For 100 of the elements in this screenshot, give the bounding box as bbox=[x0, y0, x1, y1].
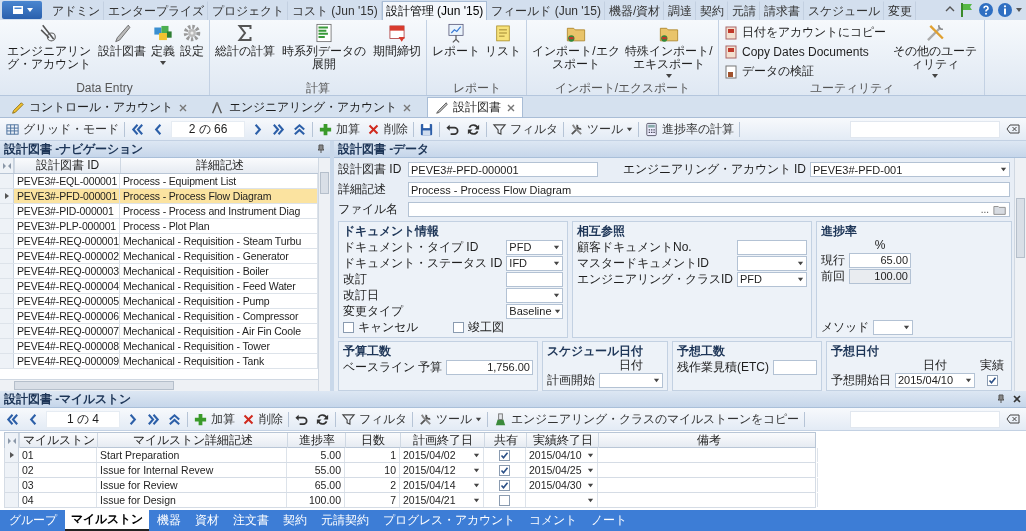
search-field[interactable] bbox=[850, 120, 1000, 138]
date-field[interactable]: 2015/04/02 bbox=[400, 448, 484, 462]
ribbon-button[interactable]: 時系列データの展開 bbox=[280, 22, 368, 71]
ribbon-button[interactable]: 期間締切 bbox=[373, 22, 421, 58]
bottom-tab[interactable]: マイルストン bbox=[65, 510, 149, 531]
date-field[interactable]: 2015/04/10 bbox=[895, 372, 975, 388]
grid-mode-button[interactable]: グリッド・モード bbox=[4, 119, 120, 139]
checkbox[interactable] bbox=[499, 479, 510, 491]
date-field[interactable]: 2015/04/14 bbox=[400, 478, 484, 492]
table-row[interactable]: 04 Issue for Design 100.00 7 2015/04/21 bbox=[4, 493, 816, 508]
ribbon-button[interactable]: 定義 bbox=[151, 22, 175, 67]
text-field[interactable] bbox=[506, 271, 563, 287]
table-row[interactable]: PEVE4#-REQ-000008 Mechanical - Requisition - Tower bbox=[0, 339, 318, 354]
table-row[interactable]: 01 Start Preparation 5.00 1 2015/04/02 2015/04/10 bbox=[4, 448, 816, 463]
bottom-tab[interactable]: グループ bbox=[3, 511, 63, 530]
number-field[interactable]: 100.00 bbox=[849, 268, 911, 284]
table-row[interactable]: PEVE4#-REQ-000001 Mechanical - Requisition - Steam Turbu bbox=[0, 234, 318, 249]
number-field[interactable]: 1,756.00 bbox=[446, 359, 533, 375]
copy-milestones-button[interactable]: エンジニアリング・クラスのマイルストーンをコピー bbox=[492, 409, 800, 429]
table-row[interactable]: PEVE3#-PFD-000001 Process - Process Flow Diagram bbox=[0, 189, 318, 204]
ribbon-tab[interactable]: 設計管理 (Jun '15) bbox=[381, 1, 488, 20]
table-row[interactable]: PEVE3#-EQL-000001 Process - Equipment List bbox=[0, 174, 318, 189]
text-field[interactable]: PEVE3#-PFD-000001 bbox=[408, 162, 598, 177]
table-row[interactable]: 02 Issue for Internal Revew 55.00 10 2015/04/12 2015/04/25 bbox=[4, 463, 816, 478]
table-row[interactable]: 03 Issue for Review 65.00 2 2015/04/14 2015/04/30 bbox=[4, 478, 816, 493]
app-menu-button[interactable] bbox=[2, 1, 42, 19]
dropdown-field[interactable]: PEVE3#-PFD-001 bbox=[810, 162, 1010, 177]
ribbon-button[interactable]: データの検証 bbox=[724, 63, 886, 80]
bottom-tab[interactable]: コメント bbox=[523, 511, 583, 530]
bottom-tab[interactable]: 機器 bbox=[151, 511, 187, 530]
search-field[interactable] bbox=[850, 410, 1000, 428]
tools-button[interactable]: ツール bbox=[417, 409, 483, 429]
horizontal-scrollbar[interactable] bbox=[0, 379, 318, 391]
row-selector[interactable] bbox=[5, 448, 19, 462]
table-row[interactable]: PEVE4#-REQ-000005 Mechanical - Requisition - Pump bbox=[0, 294, 318, 309]
ribbon-button[interactable]: 設定 bbox=[180, 22, 204, 58]
ribbon-button[interactable]: 設計図書 bbox=[98, 22, 146, 58]
bottom-tab[interactable]: 注文書 bbox=[227, 511, 275, 530]
dropdown-field[interactable]: Baseline bbox=[506, 303, 563, 319]
table-row[interactable]: PEVE4#-REQ-000003 Mechanical - Requisition - Boiler bbox=[0, 264, 318, 279]
table-row[interactable]: PEVE4#-REQ-000006 Mechanical - Requisition - Compressor bbox=[0, 309, 318, 324]
ribbon-button[interactable]: レポート bbox=[432, 22, 480, 58]
browse-button[interactable]: ... bbox=[978, 204, 991, 215]
file-field[interactable]: ... bbox=[408, 202, 1010, 217]
ribbon-button[interactable]: その他のユーティリティ bbox=[891, 22, 979, 80]
delete-button[interactable]: 削除 bbox=[365, 119, 409, 139]
date-field[interactable] bbox=[599, 372, 663, 388]
bottom-tab[interactable]: 資材 bbox=[189, 511, 225, 530]
ribbon-button[interactable]: 特殊インポート/エキスポート bbox=[625, 22, 713, 80]
add-button[interactable]: 加算 bbox=[317, 119, 361, 139]
document-tab[interactable]: 設計図書 bbox=[427, 97, 523, 117]
dropdown-field[interactable] bbox=[873, 319, 913, 335]
checkbox[interactable] bbox=[453, 322, 464, 333]
table-row[interactable]: PEVE3#-PID-000001 Process - Process and Instrument Diag bbox=[0, 204, 318, 219]
close-button[interactable] bbox=[506, 102, 516, 113]
ribbon-button[interactable]: インポート/エクスポート bbox=[532, 22, 620, 71]
checkbox[interactable] bbox=[986, 374, 998, 386]
table-row[interactable]: PEVE4#-REQ-000007 Mechanical - Requisition - Air Fin Coole bbox=[0, 324, 318, 339]
date-field[interactable] bbox=[506, 287, 563, 303]
ribbon-button[interactable]: 総計の計算 bbox=[215, 22, 275, 58]
tools-button[interactable]: ツール bbox=[568, 119, 634, 139]
date-field[interactable]: 2015/04/10 bbox=[526, 448, 598, 462]
date-field[interactable]: 2015/04/25 bbox=[526, 463, 598, 477]
dropdown-field[interactable] bbox=[737, 255, 807, 271]
ribbon-button[interactable]: エンジニアリング・アカウント bbox=[5, 22, 93, 71]
ribbon-button[interactable]: Copy Dates Documents bbox=[724, 45, 886, 59]
row-selector[interactable] bbox=[0, 189, 14, 203]
date-field[interactable]: 2015/04/21 bbox=[400, 493, 484, 507]
table-row[interactable]: PEVE4#-REQ-000004 Mechanical - Requisition - Feed Water bbox=[0, 279, 318, 294]
add-button[interactable]: 加算 bbox=[192, 409, 236, 429]
text-field[interactable] bbox=[773, 359, 817, 375]
bottom-tab[interactable]: ノート bbox=[585, 511, 633, 530]
dropdown-field[interactable]: PFD bbox=[737, 271, 807, 287]
calculate-progress-button[interactable]: 進捗率の計算 bbox=[643, 119, 735, 139]
checkbox[interactable] bbox=[499, 464, 510, 476]
text-field[interactable] bbox=[737, 239, 807, 255]
table-row[interactable]: PEVE3#-PLP-000001 Process - Plot Plan bbox=[0, 219, 318, 234]
ribbon-button[interactable]: 日付をアカウントにコピー bbox=[724, 24, 886, 41]
date-field[interactable]: 2015/04/12 bbox=[400, 463, 484, 477]
date-field[interactable]: 2015/04/30 bbox=[526, 478, 598, 492]
vertical-scrollbar[interactable] bbox=[1014, 158, 1026, 391]
number-field[interactable]: 65.00 bbox=[849, 252, 911, 268]
dropdown-field[interactable]: IFD bbox=[506, 255, 563, 271]
text-field[interactable]: Process - Process Flow Diagram bbox=[408, 182, 1010, 197]
table-row[interactable]: PEVE4#-REQ-000002 Mechanical - Requisition - Generator bbox=[0, 249, 318, 264]
filter-button[interactable]: フィルタ bbox=[340, 409, 408, 429]
checkbox[interactable] bbox=[343, 322, 354, 333]
document-tab[interactable]: コントロール・アカウント bbox=[3, 97, 195, 117]
pin-button[interactable] bbox=[316, 144, 326, 154]
dropdown-field[interactable]: PFD bbox=[506, 239, 563, 255]
bottom-tab[interactable]: 契約 bbox=[277, 511, 313, 530]
checkbox[interactable] bbox=[499, 449, 510, 461]
bottom-tab[interactable]: 元請契約 bbox=[315, 511, 375, 530]
document-tab[interactable]: エンジニアリング・アカウント bbox=[203, 97, 419, 117]
bottom-tab[interactable]: プログレス・アカウント bbox=[377, 511, 521, 530]
ribbon-button[interactable]: リスト bbox=[485, 22, 521, 58]
vertical-scrollbar[interactable] bbox=[318, 158, 330, 391]
checkbox[interactable] bbox=[499, 494, 510, 506]
table-row[interactable]: PEVE4#-REQ-000009 Mechanical - Requisition - Tank bbox=[0, 354, 318, 369]
pin-button[interactable] bbox=[996, 394, 1006, 404]
